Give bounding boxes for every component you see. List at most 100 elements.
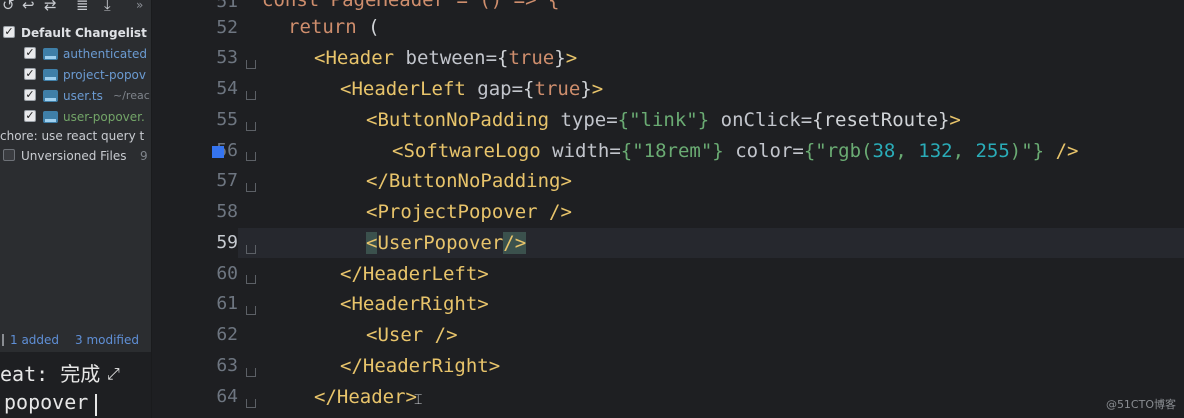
token: , (952, 140, 976, 162)
line-number: 58 (216, 201, 238, 222)
modified-count[interactable]: 3 modified (75, 330, 139, 350)
pen-icon: ⤢ (107, 364, 120, 383)
token: /> (1044, 140, 1079, 162)
typescript-file-icon (43, 111, 58, 123)
more-icon[interactable]: » (136, 0, 143, 13)
shelve-icon[interactable]: ≣ (76, 0, 89, 13)
typescript-file-icon (43, 48, 58, 60)
token: ( (356, 16, 380, 38)
code-editor[interactable]: 51 52 53 54 55 56 57 58 59 60 61 62 63 6… (152, 0, 1184, 418)
file-checkbox[interactable]: ✓ (24, 68, 36, 80)
token: , (895, 140, 919, 162)
code-line-56: <SoftwareLogo width={"18rem"} color={"rg… (392, 136, 1078, 166)
changelist-checkbox[interactable]: ✓ (3, 26, 15, 38)
added-count[interactable]: 1 added (10, 330, 59, 350)
line-number: 61 (216, 293, 238, 314)
changelist-title: Default Changelist (21, 26, 147, 40)
token: 255 (975, 140, 1010, 162)
token: true (508, 47, 555, 69)
token: <ButtonNoPadding (366, 109, 550, 131)
code-line-57: </ButtonNoPadding> (366, 170, 572, 192)
token: } (554, 47, 566, 69)
current-line-highlight (152, 228, 1184, 258)
commit-message-line-2: popover (4, 390, 89, 414)
token: {"link"} (617, 109, 710, 131)
mouse-cursor-icon: ⌶ (414, 392, 423, 408)
line-number-gutter[interactable]: 51 52 53 54 55 56 57 58 59 60 61 62 63 6… (152, 0, 238, 418)
file-checkbox[interactable]: ✓ (24, 110, 36, 122)
bookmark-marker[interactable] (212, 146, 224, 158)
unversioned-label: Unversioned Files (21, 149, 127, 163)
code-line-52: return ( (288, 12, 380, 42)
unversioned-checkbox[interactable] (3, 149, 15, 161)
token: /> (503, 232, 527, 254)
token: } (580, 78, 592, 100)
watermark: @51CTO博客 (1105, 398, 1176, 411)
token: color= (723, 140, 804, 162)
token: {"18rem"} (620, 140, 724, 162)
token: UserPopover (377, 232, 504, 254)
commit-message-preview-row[interactable]: chore: use react query t (0, 126, 151, 146)
token: gap= (465, 78, 524, 100)
file-checkbox[interactable]: ✓ (24, 89, 36, 101)
token: < (366, 232, 378, 254)
file-path: ~/reac (113, 89, 150, 102)
typescript-file-icon (43, 69, 58, 81)
token: return (288, 16, 357, 38)
token: { (523, 78, 535, 100)
code-line-61: <HeaderRight> (340, 293, 489, 315)
line-number: 62 (216, 324, 238, 345)
token: 132 (918, 140, 953, 162)
token: type= (549, 109, 618, 131)
typescript-file-icon (43, 90, 58, 102)
token: true (534, 78, 581, 100)
token: <Header (314, 47, 395, 69)
change-stats: 1 added 3 modified (0, 330, 151, 350)
stats-marker (2, 334, 4, 346)
file-name: user-popover. (63, 110, 145, 124)
code-line-60: </HeaderLeft> (340, 263, 489, 285)
token: between= (394, 47, 498, 69)
code-line-55: <ButtonNoPadding type={"link"} onClick={… (366, 105, 961, 135)
code-line-64: </Header> (314, 386, 417, 408)
token: {"rgb( (803, 140, 873, 162)
code-line-62: <User /> (366, 324, 458, 346)
file-row-user-popover[interactable]: ✓ user-popover. (0, 107, 151, 127)
file-name: project-popov (63, 68, 146, 82)
line-number: 54 (216, 78, 238, 99)
commit-message-input[interactable]: eat: 完成 ⤢ popover (0, 352, 151, 418)
changelist-row[interactable]: ✓ Default Changelist (0, 23, 151, 43)
token: { (497, 47, 509, 69)
token: <HeaderLeft (340, 78, 466, 100)
file-row-authenticated[interactable]: ✓ authenticated (0, 44, 151, 64)
code-line-63: </HeaderRight> (340, 355, 501, 377)
code-line-53: <Header between={true}> (314, 43, 577, 73)
line-number: 63 (216, 355, 238, 376)
unversioned-files-row[interactable]: Unversioned Files 9 (0, 146, 151, 166)
revert-icon[interactable]: ↺ (2, 0, 15, 13)
token: 38 (872, 140, 896, 162)
text-cursor (95, 394, 97, 416)
token: width= (540, 140, 621, 162)
code-line-58: <ProjectPopover /> (366, 201, 572, 223)
file-name: authenticated (63, 47, 147, 61)
download-icon[interactable]: ⤓ (104, 0, 111, 13)
update-icon[interactable]: ⇄ (44, 0, 57, 13)
token: {resetRoute} (812, 109, 950, 131)
code-line-54: <HeaderLeft gap={true}> (340, 74, 603, 104)
line-number: 52 (216, 17, 238, 38)
file-name: user.ts (63, 89, 103, 103)
commit-message-line-1: eat: 完成 (0, 362, 101, 386)
line-number: 53 (216, 47, 238, 68)
commit-toolbar: ↺ ↩ ⇄ ≣ ⤓ » (0, 0, 151, 14)
file-row-project-popover[interactable]: ✓ project-popov (0, 65, 151, 85)
file-row-user-ts[interactable]: ✓ user.ts ~/reac (0, 86, 151, 106)
line-number: 64 (216, 386, 238, 407)
code-line-59: <UserPopover/> (366, 228, 527, 258)
token: onClick= (709, 109, 813, 131)
token: > (949, 109, 961, 131)
line-number: 60 (216, 263, 238, 284)
file-checkbox[interactable]: ✓ (24, 47, 36, 59)
line-number: 55 (216, 109, 238, 130)
undo-icon[interactable]: ↩ (22, 0, 35, 13)
